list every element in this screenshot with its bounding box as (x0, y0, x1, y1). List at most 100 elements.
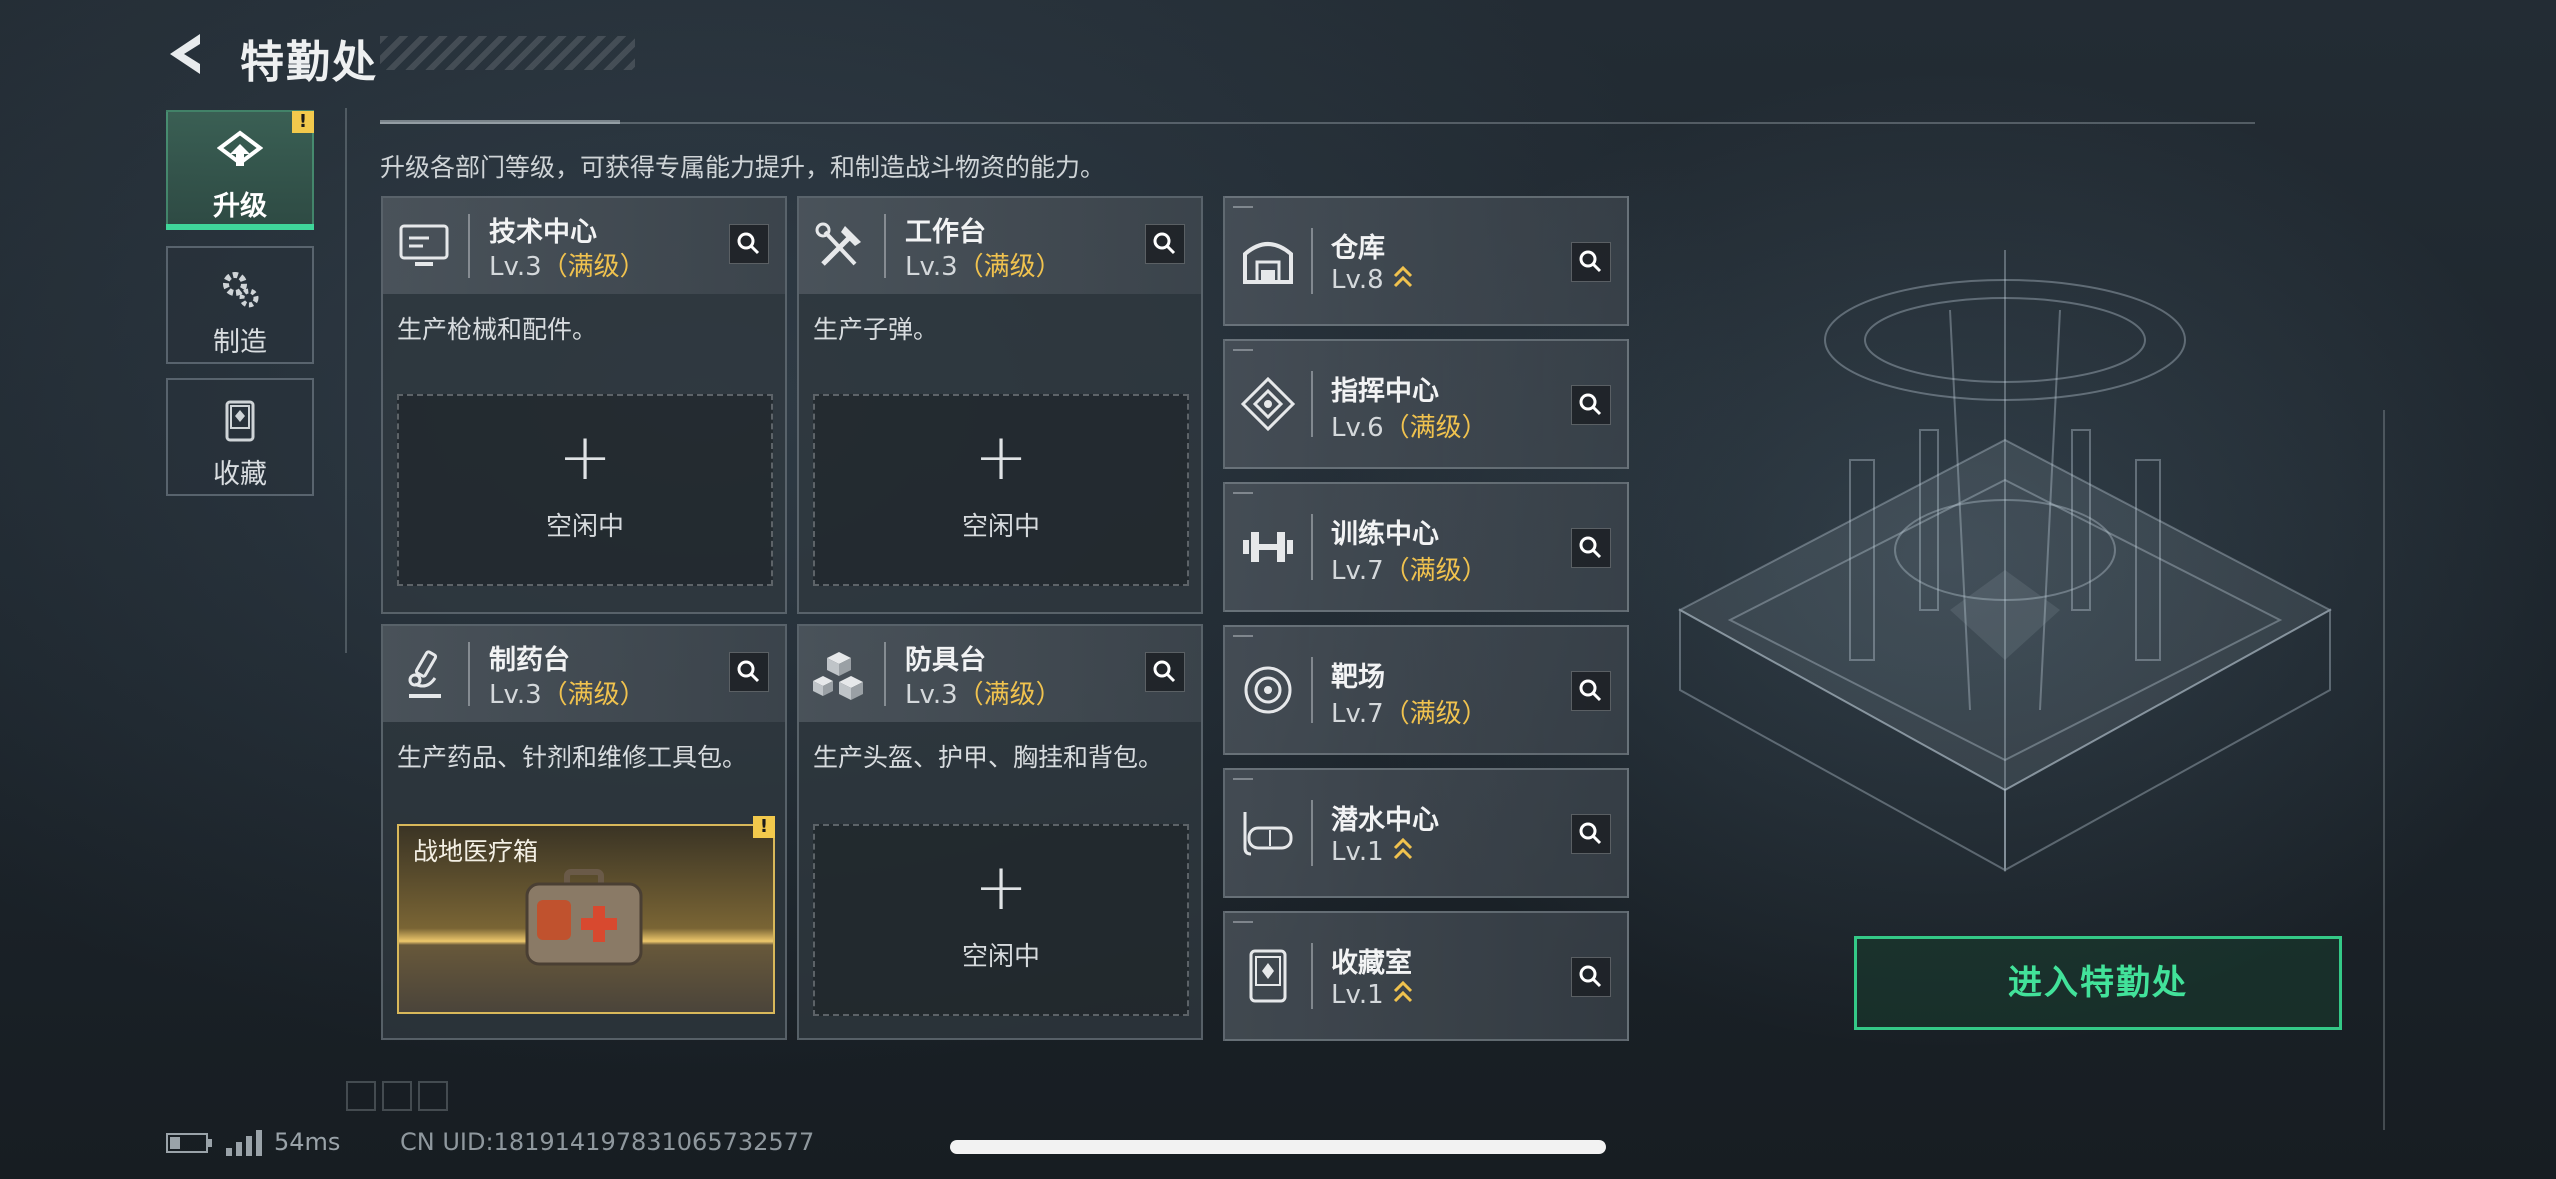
title-decoration (380, 36, 635, 70)
header-separator (1311, 943, 1313, 1009)
production-slot-empty[interactable]: + 空闲中 (813, 824, 1189, 1016)
diving-mask-icon (1243, 812, 1293, 856)
room-level: Lv.8 (1331, 264, 1414, 295)
upgrade-available-icon (1393, 980, 1412, 1003)
workshop-level: Lv.3（满级） (905, 674, 1062, 711)
header-separator (1311, 657, 1313, 723)
inspect-button[interactable] (1145, 652, 1185, 692)
room-collection-room[interactable]: 收藏室 Lv.1 (1223, 911, 1629, 1041)
corner-decoration (1233, 206, 1253, 208)
slot-status: 空闲中 (961, 942, 1040, 972)
tab-craft-label: 制造 (213, 327, 267, 358)
plus-icon: + (974, 421, 1028, 495)
workshop-description: 生产枪械和配件。 (397, 315, 598, 344)
search-icon (1153, 660, 1176, 683)
room-name: 仓库 (1331, 233, 1385, 264)
workshop-name: 制药台 (489, 645, 570, 676)
inspect-button[interactable] (1571, 814, 1611, 854)
search-icon (1579, 250, 1602, 273)
microscope-icon (408, 650, 441, 698)
active-tab-indicator (166, 224, 314, 230)
header-separator (1311, 371, 1313, 437)
workshop-tech-center[interactable]: 技术中心 Lv.3（满级） 生产枪械和配件。 + 空闲中 (381, 196, 787, 614)
search-icon (737, 660, 760, 683)
workshop-level: Lv.3（满级） (489, 674, 646, 711)
header-separator (884, 214, 886, 278)
production-slot-empty[interactable]: + 空闲中 (397, 394, 773, 586)
enter-facility-button[interactable]: 进入特勤处 (1854, 936, 2342, 1030)
max-level-tag: （满级） (1383, 556, 1488, 586)
header-separator (1311, 514, 1313, 580)
room-name: 收藏室 (1331, 948, 1412, 979)
tab-upgrade-badge: ! (292, 111, 314, 133)
max-level-tag: （满级） (541, 680, 646, 710)
room-level: Lv.7（满级） (1331, 693, 1488, 730)
target-icon (1244, 666, 1292, 714)
workshop-level: Lv.3（满级） (489, 246, 646, 283)
room-command-center[interactable]: 指挥中心 Lv.6（满级） (1223, 339, 1629, 469)
upgrade-available-icon (1393, 837, 1412, 860)
level-value: Lv.1 (1331, 980, 1384, 1010)
room-level: Lv.7（满级） (1331, 550, 1488, 587)
inspect-button[interactable] (729, 652, 769, 692)
inspect-button[interactable] (1571, 385, 1611, 425)
corner-decoration (1233, 921, 1253, 923)
level-value: Lv.6 (1331, 413, 1384, 443)
level-value: Lv.7 (1331, 556, 1384, 586)
room-warehouse[interactable]: 仓库 Lv.8 (1223, 196, 1629, 326)
level-value: Lv.3 (905, 680, 958, 710)
signal-icon (226, 1130, 262, 1156)
level-value: Lv.7 (1331, 699, 1384, 729)
inspect-button[interactable] (1571, 528, 1611, 568)
tab-collection[interactable]: 收藏 (166, 378, 314, 496)
inspect-button[interactable] (1571, 671, 1611, 711)
workshop-name: 技术中心 (489, 217, 597, 248)
page-title: 特勤处 (240, 37, 378, 88)
search-icon (737, 232, 760, 255)
gears-icon (223, 272, 259, 308)
back-arrow-icon[interactable] (160, 28, 212, 80)
battery-tip (208, 1139, 212, 1147)
inspect-button[interactable] (1571, 957, 1611, 997)
inspect-button[interactable] (1145, 224, 1185, 264)
production-slot-active[interactable]: 战地医疗箱 ! (397, 816, 775, 1014)
divider-vertical (345, 108, 347, 653)
level-value: Lv.3 (489, 680, 542, 710)
search-icon (1579, 393, 1602, 416)
search-icon (1579, 965, 1602, 988)
header-separator (1311, 800, 1313, 866)
workshop-workbench[interactable]: 工作台 Lv.3（满级） 生产子弹。 + 空闲中 (797, 196, 1203, 614)
upgrade-available-icon (1393, 265, 1412, 288)
inspect-button[interactable] (1571, 242, 1611, 282)
room-level: Lv.1 (1331, 836, 1414, 867)
corner-decoration (1233, 778, 1253, 780)
inspect-button[interactable] (729, 224, 769, 264)
workshop-level: Lv.3（满级） (905, 246, 1062, 283)
monitor-icon (399, 224, 449, 266)
battery-level (170, 1137, 180, 1149)
production-slot-empty[interactable]: + 空闲中 (813, 394, 1189, 586)
product-alert-badge: ! (753, 816, 775, 838)
workshop-armor-bench[interactable]: 防具台 Lv.3（满级） 生产头盔、护甲、胸挂和背包。 + 空闲中 (797, 624, 1203, 1040)
workshop-pharmacy[interactable]: 制药台 Lv.3（满级） 生产药品、针剂和维修工具包。 战地医疗箱 ! (381, 624, 787, 1040)
header-separator (1311, 228, 1313, 294)
max-level-tag: （满级） (957, 252, 1062, 282)
room-shooting-range[interactable]: 靶场 Lv.7（满级） (1223, 625, 1629, 755)
dumbbell-icon (1243, 532, 1293, 562)
room-training-center[interactable]: 训练中心 Lv.7（满级） (1223, 482, 1629, 612)
workshop-name: 工作台 (905, 217, 986, 248)
medkit-icon (525, 869, 643, 966)
search-icon (1579, 536, 1602, 559)
divider-accent (380, 120, 620, 124)
room-diving-center[interactable]: 潜水中心 Lv.1 (1223, 768, 1629, 898)
header-separator (468, 642, 470, 706)
facility-hologram-illustration (1677, 250, 2333, 872)
plus-icon: + (974, 851, 1028, 925)
intro-text: 升级各部门等级，可获得专属能力提升，和制造战斗物资的能力。 (380, 153, 1106, 182)
tab-collection-label: 收藏 (213, 459, 267, 490)
tab-craft[interactable]: 制造 (166, 246, 314, 364)
home-indicator[interactable] (950, 1140, 1606, 1154)
slot-status: 空闲中 (961, 512, 1040, 542)
corner-decoration (1233, 349, 1253, 351)
search-icon (1579, 822, 1602, 845)
